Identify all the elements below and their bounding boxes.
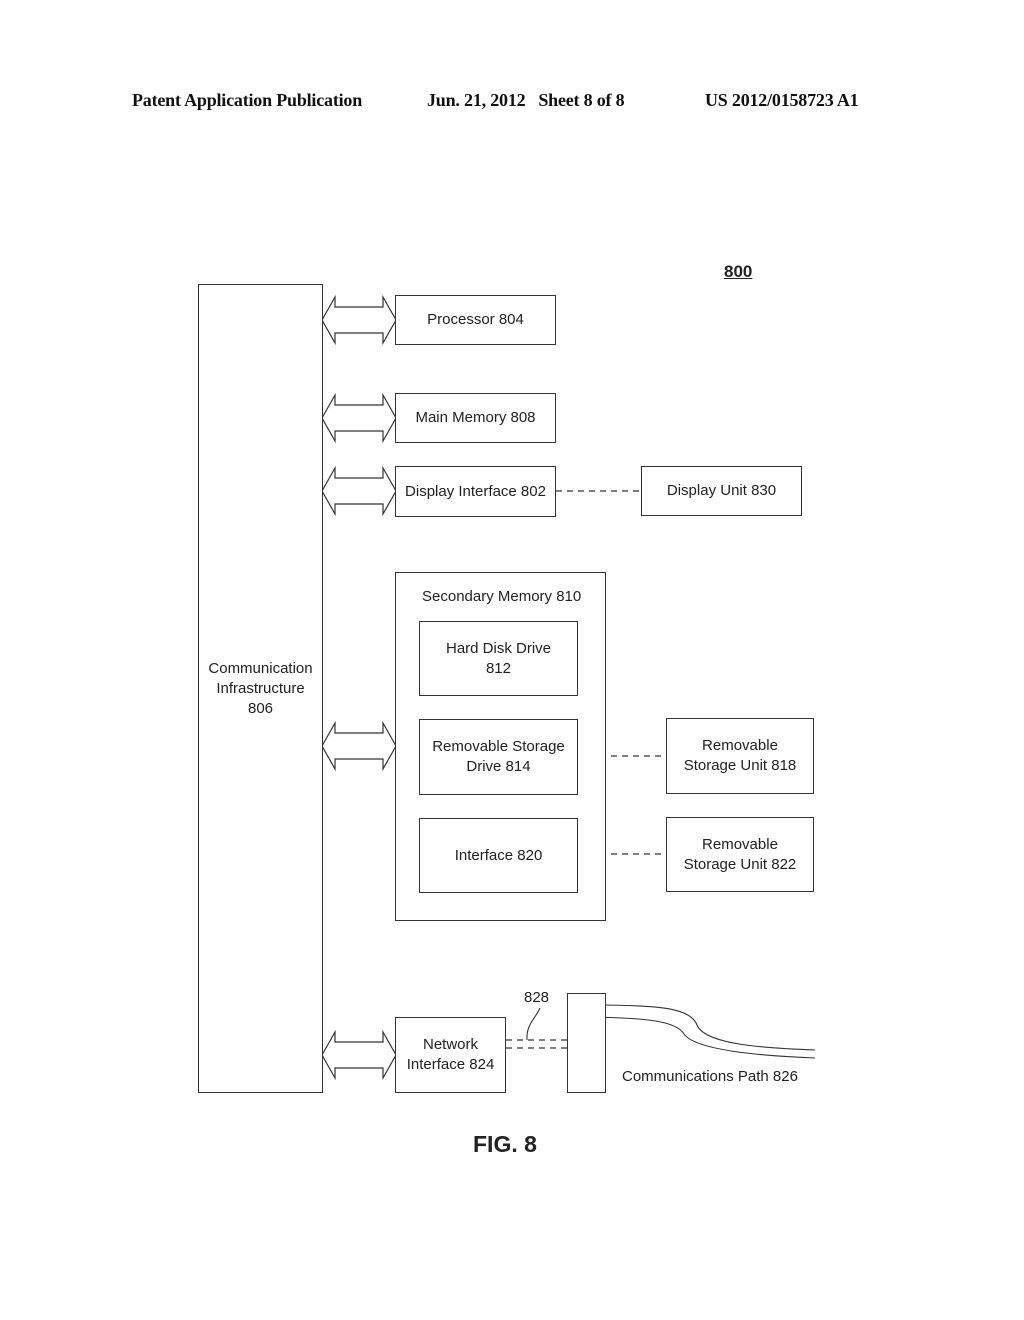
display-unit-block: Display Unit 830 (641, 466, 802, 516)
hard-disk-drive-block: Hard Disk Drive 812 (419, 621, 578, 696)
main-memory-block: Main Memory 808 (395, 393, 556, 443)
removable-storage-unit-818: Removable Storage Unit 818 (666, 718, 814, 794)
channel-leader (526, 1007, 541, 1041)
removable-storage-drive-block: Removable Storage Drive 814 (419, 719, 578, 795)
figure-caption: FIG. 8 (473, 1131, 537, 1157)
channel-label: 828 (524, 989, 550, 1006)
interface-block: Interface 820 (419, 818, 578, 893)
comm-path-line-1 (604, 1004, 816, 1051)
arrow-main-memory (321, 392, 397, 444)
processor-block: Processor 804 (395, 295, 556, 345)
communications-path-label: Communications Path 826 (622, 1068, 798, 1085)
display-interface-block: Display Interface 802 (395, 466, 556, 517)
comm-path-line-2 (592, 1016, 816, 1059)
removable-storage-unit-822: Removable Storage Unit 822 (666, 817, 814, 892)
arrow-processor (321, 294, 397, 346)
arrow-network-interface (321, 1029, 397, 1081)
arrow-display-interface (321, 465, 397, 517)
communication-infrastructure-block: Communication Infrastructure 806 (198, 284, 323, 1093)
communications-port-block (567, 993, 606, 1093)
network-interface-block: Network Interface 824 (395, 1017, 506, 1093)
secondary-memory-label: Secondary Memory 810 (422, 588, 582, 605)
arrow-secondary-memory (321, 720, 397, 772)
